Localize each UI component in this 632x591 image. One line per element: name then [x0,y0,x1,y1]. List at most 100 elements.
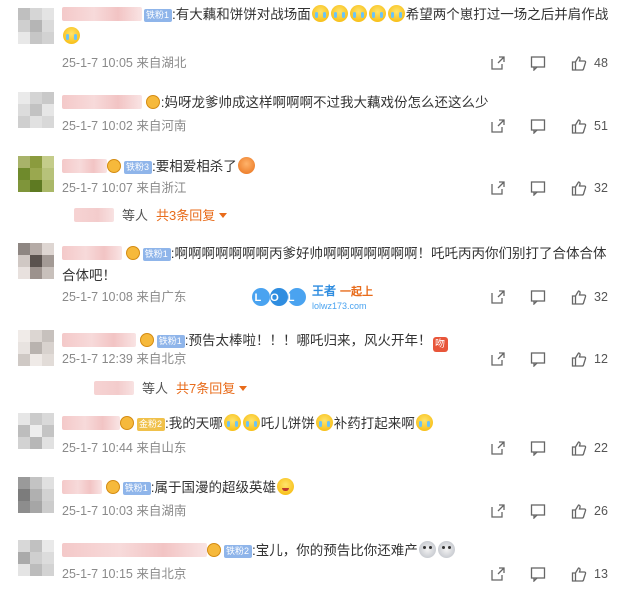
comment-actions: 51 [490,118,620,134]
timestamp: 25-1-7 12:39 [62,352,133,366]
avatar[interactable] [18,330,54,366]
comment-text: :妈呀龙爹帅成这样啊啊啊不过我大藕戏份怎么还这么少 [62,92,620,114]
timestamp: 25-1-7 10:05 [62,56,133,70]
fan-badge: 铁粉2 [224,545,253,558]
comment-text: 铁粉1:有大藕和饼饼对战场面 希望两个崽打过一场之后并肩作战 [62,4,620,48]
share-icon[interactable] [490,289,506,305]
thumbs-up-icon[interactable] [571,566,587,582]
fan-badge: 金粉2 [137,418,166,431]
username[interactable] [62,7,142,21]
comment-content: :预告太棒啦！！！哪吒归来，风火开年！ [184,333,432,348]
reply-username [94,381,134,395]
more-replies-link[interactable]: 共7条回复 [176,381,235,396]
comment-actions: 12 [490,351,620,367]
comment-body: 铁粉1:预告太棒啦！！！哪吒归来，风火开年！吻 [62,330,620,352]
username[interactable] [62,416,120,430]
location: 来自湖北 [136,56,187,70]
comment-actions: 32 [490,180,620,196]
avatar[interactable] [18,413,54,449]
comment-icon[interactable] [530,289,546,305]
like-count: 32 [594,290,608,304]
comment-icon[interactable] [530,503,546,519]
share-icon[interactable] [490,351,506,367]
comment-text: 铁粉1:预告太棒啦！！！哪吒归来，风火开年！吻 [62,330,620,352]
thumbs-up-icon[interactable] [571,503,587,519]
avatar[interactable] [18,92,54,128]
username[interactable] [62,480,102,494]
username[interactable] [62,543,207,557]
share-icon[interactable] [490,118,506,134]
share-icon[interactable] [490,55,506,71]
timestamp: 25-1-7 10:15 [62,567,133,581]
comment-content: :妈呀龙爹帅成这样啊啊啊不过我大藕戏份怎么还这么少 [160,95,489,110]
comment-meta: 25-1-7 10:02 来自河南 [62,118,186,134]
timestamp: 25-1-7 10:44 [62,441,133,455]
share-icon[interactable] [490,566,506,582]
watermark-lol: LOL [255,292,304,304]
comment-actions: 13 [490,566,620,582]
fire-emoji-icon: 吻 [432,337,448,352]
comment-body: 金粉2:我的天哪 吒儿饼饼 补药打起来啊 [62,413,620,435]
more-replies-link[interactable]: 共3条回复 [156,208,215,223]
thumbs-up-icon[interactable] [571,351,587,367]
thumbs-up-icon[interactable] [571,180,587,196]
timestamp: 25-1-7 10:07 [62,181,133,195]
comment-icon[interactable] [530,351,546,367]
comment-icon[interactable] [530,566,546,582]
share-icon[interactable] [490,440,506,456]
avatar[interactable] [18,8,54,44]
location: 来自山东 [136,441,187,455]
skull-emoji-icon [437,541,455,558]
like-count: 13 [594,567,608,581]
timestamp: 25-1-7 10:03 [62,504,133,518]
watermark-tag: 一起上 [340,284,373,298]
comment-content: :我的天哪 [165,416,223,431]
share-icon[interactable] [490,503,506,519]
fan-badge: 铁粉1 [142,248,171,261]
thumbs-up-icon[interactable] [571,118,587,134]
crying-emoji-icon [223,414,241,431]
like-count: 51 [594,119,608,133]
comment-actions: 32 [490,289,620,305]
avatar[interactable] [18,540,54,576]
chevron-down-icon [219,213,228,218]
chevron-down-icon [239,386,248,391]
avatar[interactable] [18,243,54,279]
like-count: 12 [594,352,608,366]
username[interactable] [62,246,122,260]
skull-emoji-icon [418,541,436,558]
comment-content: :属于国漫的超级英雄 [150,480,277,495]
thumbs-up-icon[interactable] [571,440,587,456]
reply-summary[interactable]: 等人 共7条回复 [94,380,248,397]
tongue-emoji-icon [277,478,295,495]
comment-icon[interactable] [530,118,546,134]
comment-meta: 25-1-7 10:15 来自北京 [62,566,186,582]
fan-badge: 铁粉1 [144,9,173,22]
thumbs-up-icon[interactable] [571,55,587,71]
crying-emoji-icon [311,5,329,22]
share-icon[interactable] [490,180,506,196]
username[interactable] [62,333,136,347]
thumbs-up-icon[interactable] [571,289,587,305]
bee-badge-icon [125,246,140,260]
comment-meta: 25-1-7 10:44 来自山东 [62,440,186,456]
site-watermark-logo: LOL 王者 一起上 lolwz173.com [252,283,373,311]
avatar[interactable] [18,477,54,513]
reply-summary[interactable]: 等人 共3条回复 [74,207,228,224]
comment-meta: 25-1-7 10:05 来自湖北 [62,55,186,71]
avatar[interactable] [18,156,54,192]
watermark-url: lolwz173.com [312,301,367,311]
comment-icon[interactable] [530,180,546,196]
bee-badge-icon [120,416,134,430]
comment-text: 铁粉3:要相爱相杀了 [62,156,620,178]
comment-icon[interactable] [530,55,546,71]
username[interactable] [62,159,107,173]
like-count: 32 [594,181,608,195]
username[interactable] [62,95,142,109]
comment-actions: 22 [490,440,620,456]
comment-body: 铁粉3:要相爱相杀了 [62,156,620,178]
fan-badge: 铁粉1 [156,335,185,348]
comment-icon[interactable] [530,440,546,456]
like-count: 22 [594,441,608,455]
crying-emoji-icon [415,414,433,431]
